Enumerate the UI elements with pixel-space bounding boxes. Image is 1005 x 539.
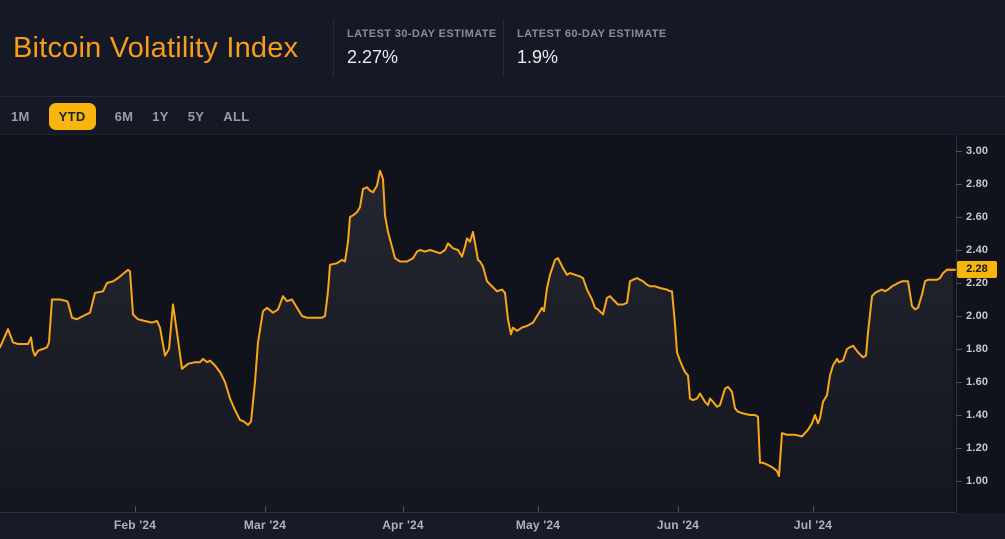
tab-1y[interactable]: 1Y (152, 104, 169, 129)
estimate-60day-value: 1.9% (517, 47, 673, 68)
y-axis-label: 2.20 (966, 277, 988, 289)
x-axis-tick (403, 506, 404, 512)
y-axis-tick (956, 349, 962, 350)
estimate-60day: LATEST 60-DAY ESTIMATE 1.9% (504, 28, 673, 68)
y-axis-tick (956, 415, 962, 416)
x-axis-tick (678, 506, 679, 512)
current-value-badge: 2.28 (957, 261, 997, 278)
volatility-line-plot[interactable] (0, 135, 956, 512)
tab-all[interactable]: ALL (223, 104, 249, 129)
tab-6m[interactable]: 6M (115, 104, 134, 129)
x-axis-tick (813, 506, 814, 512)
y-axis-tick (956, 184, 962, 185)
y-axis-tick (956, 217, 962, 218)
volatility-area-fill (0, 171, 953, 512)
chart-area: 3.00 2.80 2.60 2.40 2.20 2.00 1.80 1.60 1.40 1.20… (0, 135, 1005, 539)
y-axis-tick (956, 382, 962, 383)
y-axis-label: 3.00 (966, 145, 988, 157)
range-tabs: 1M YTD 6M 1Y 5Y ALL (0, 98, 1005, 135)
x-axis-label: Mar '24 (244, 518, 286, 532)
y-axis-tick (956, 316, 962, 317)
x-axis-line (0, 512, 956, 513)
y-axis-line (956, 135, 957, 512)
y-axis-label: 2.80 (966, 178, 988, 190)
y-axis-label: 1.00 (966, 475, 988, 487)
y-axis-label: 1.60 (966, 376, 988, 388)
x-axis-label: Jun '24 (657, 518, 699, 532)
y-axis-label: 2.40 (966, 244, 988, 256)
y-axis-tick (956, 283, 962, 284)
x-axis-tick (538, 506, 539, 512)
x-axis-tick (135, 506, 136, 512)
bitcoin-volatility-widget: Bitcoin Volatility Index LATEST 30-DAY E… (0, 0, 1005, 539)
x-axis-tick (265, 506, 266, 512)
estimate-30day-label: LATEST 30-DAY ESTIMATE (347, 28, 503, 40)
x-axis-label: Apr '24 (382, 518, 424, 532)
x-axis-label: May '24 (516, 518, 560, 532)
estimate-60day-label: LATEST 60-DAY ESTIMATE (517, 28, 673, 40)
y-axis-tick (956, 448, 962, 449)
y-axis-tick (956, 481, 962, 482)
page-title: Bitcoin Volatility Index (0, 32, 333, 65)
header: Bitcoin Volatility Index LATEST 30-DAY E… (0, 0, 1005, 97)
tab-5y[interactable]: 5Y (188, 104, 205, 129)
x-axis-label: Jul '24 (794, 518, 832, 532)
tab-1m[interactable]: 1M (11, 104, 30, 129)
y-axis-label: 1.80 (966, 343, 988, 355)
estimate-30day-value: 2.27% (347, 47, 503, 68)
y-axis-label: 1.40 (966, 409, 988, 421)
y-axis-label: 1.20 (966, 442, 988, 454)
x-axis-label: Feb '24 (114, 518, 156, 532)
tab-ytd[interactable]: YTD (49, 103, 96, 130)
estimate-30day: LATEST 30-DAY ESTIMATE 2.27% (334, 28, 503, 68)
y-axis-label: 2.00 (966, 310, 988, 322)
y-axis-label: 2.60 (966, 211, 988, 223)
y-axis-tick (956, 151, 962, 152)
y-axis-tick (956, 250, 962, 251)
